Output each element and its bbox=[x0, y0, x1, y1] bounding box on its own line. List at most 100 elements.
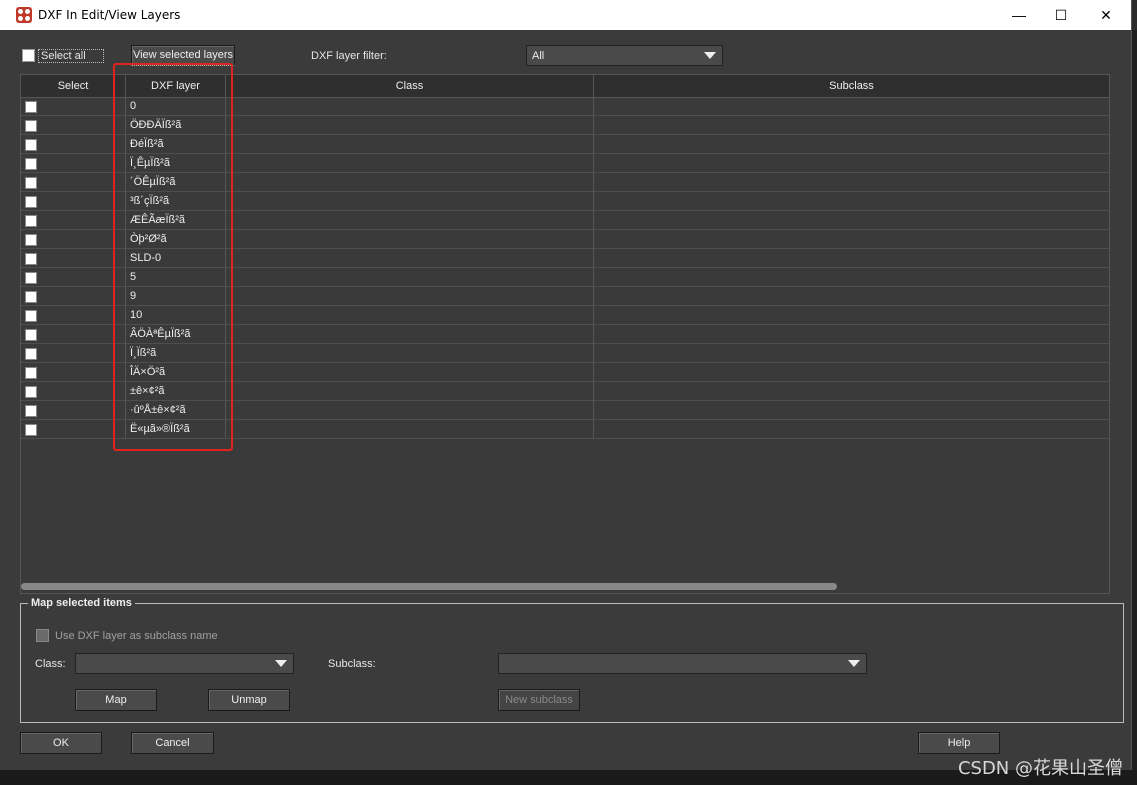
row-select-checkbox[interactable] bbox=[25, 177, 37, 189]
minimize-icon[interactable]: — bbox=[996, 0, 1042, 30]
table-row[interactable]: SLD-0 bbox=[21, 249, 1109, 268]
subclass-dropdown[interactable] bbox=[498, 653, 867, 674]
column-header-subclass[interactable]: Subclass bbox=[594, 75, 1109, 97]
table-row[interactable]: ±ê×¢²ã bbox=[21, 382, 1109, 401]
watermark-text: CSDN @花果山圣僧 bbox=[957, 758, 1123, 779]
select-cell bbox=[21, 420, 126, 439]
table-row[interactable]: Ë«µã»®Ïß²ã bbox=[21, 420, 1109, 439]
unmap-button[interactable]: Unmap bbox=[208, 689, 290, 711]
dxf-layer-cell: Ë«µã»®Ïß²ã bbox=[126, 420, 226, 439]
table-row[interactable]: Ï¸ÊµÏß²ã bbox=[21, 154, 1109, 173]
title-bar[interactable]: DXF In Edit/View Layers — ☐ ✕ bbox=[0, 0, 1131, 30]
select-cell bbox=[21, 344, 126, 363]
subclass-cell bbox=[594, 306, 1109, 325]
select-cell bbox=[21, 116, 126, 135]
view-selected-layers-button[interactable]: View selected layers bbox=[131, 45, 235, 66]
class-cell bbox=[226, 211, 594, 230]
subclass-cell bbox=[594, 363, 1109, 382]
select-cell bbox=[21, 192, 126, 211]
cancel-button[interactable]: Cancel bbox=[131, 732, 214, 754]
row-select-checkbox[interactable] bbox=[25, 158, 37, 170]
row-select-checkbox[interactable] bbox=[25, 234, 37, 246]
checkbox-icon[interactable] bbox=[36, 629, 49, 642]
table-row[interactable]: ÖÐÐÄÏß²ã bbox=[21, 116, 1109, 135]
table-row[interactable]: Ï¸Ïß²ã bbox=[21, 344, 1109, 363]
column-header-class[interactable]: Class bbox=[226, 75, 594, 97]
dxf-layer-cell: Ï¸Ïß²ã bbox=[126, 344, 226, 363]
new-subclass-button[interactable]: New subclass bbox=[498, 689, 580, 711]
maximize-icon[interactable]: ☐ bbox=[1038, 0, 1084, 30]
use-dxf-layer-checkbox[interactable] bbox=[36, 629, 49, 645]
horizontal-scrollbar[interactable] bbox=[21, 583, 837, 590]
column-header-select[interactable]: Select bbox=[21, 75, 126, 97]
subclass-cell bbox=[594, 211, 1109, 230]
row-select-checkbox[interactable] bbox=[25, 139, 37, 151]
row-select-checkbox[interactable] bbox=[25, 367, 37, 379]
help-button[interactable]: Help bbox=[918, 732, 1000, 754]
table-row[interactable]: 5 bbox=[21, 268, 1109, 287]
checkbox-icon[interactable] bbox=[22, 49, 35, 62]
table-row[interactable]: ÂÖÀªÊµÏß²ã bbox=[21, 325, 1109, 344]
chevron-down-icon bbox=[704, 52, 716, 59]
table-row[interactable]: ÆÊÃæÏß²ã bbox=[21, 211, 1109, 230]
chevron-down-icon bbox=[275, 660, 287, 667]
dxf-layer-cell: ÎÄ×Ö²ã bbox=[126, 363, 226, 382]
class-cell bbox=[226, 325, 594, 344]
window-title: DXF In Edit/View Layers bbox=[38, 8, 181, 22]
row-select-checkbox[interactable] bbox=[25, 405, 37, 417]
select-cell bbox=[21, 325, 126, 344]
table-row[interactable]: ·ûºÅ±ê×¢²ã bbox=[21, 401, 1109, 420]
row-select-checkbox[interactable] bbox=[25, 348, 37, 360]
row-select-checkbox[interactable] bbox=[25, 196, 37, 208]
row-select-checkbox[interactable] bbox=[25, 386, 37, 398]
select-cell bbox=[21, 97, 126, 116]
row-select-checkbox[interactable] bbox=[25, 101, 37, 113]
dxf-layer-cell: ·ûºÅ±ê×¢²ã bbox=[126, 401, 226, 420]
row-select-checkbox[interactable] bbox=[25, 424, 37, 436]
dxf-layer-cell: Ï¸ÊµÏß²ã bbox=[126, 154, 226, 173]
dxf-layer-cell: ÂÖÀªÊµÏß²ã bbox=[126, 325, 226, 344]
map-group-title: Map selected items bbox=[28, 597, 135, 609]
row-select-checkbox[interactable] bbox=[25, 215, 37, 227]
class-dropdown[interactable] bbox=[75, 653, 294, 674]
dxf-layer-cell: ÖÐÐÄÏß²ã bbox=[126, 116, 226, 135]
class-cell bbox=[226, 344, 594, 363]
table-row[interactable]: 0 bbox=[21, 97, 1109, 116]
subclass-cell bbox=[594, 401, 1109, 420]
subclass-cell bbox=[594, 230, 1109, 249]
close-icon[interactable]: ✕ bbox=[1083, 0, 1129, 30]
row-select-checkbox[interactable] bbox=[25, 253, 37, 265]
column-header-dxf-layer[interactable]: DXF layer bbox=[126, 75, 226, 97]
class-cell bbox=[226, 249, 594, 268]
select-all-label[interactable]: Select all bbox=[38, 49, 104, 63]
table-row[interactable]: 9 bbox=[21, 287, 1109, 306]
table-row[interactable]: Òþ²Ø²ã bbox=[21, 230, 1109, 249]
layers-table[interactable]: Select DXF layer Class Subclass 0 ÖÐÐÄÏß²… bbox=[20, 74, 1110, 594]
select-cell bbox=[21, 173, 126, 192]
row-select-checkbox[interactable] bbox=[25, 120, 37, 132]
table-row[interactable]: 10 bbox=[21, 306, 1109, 325]
class-cell bbox=[226, 97, 594, 116]
dxf-layer-filter-label: DXF layer filter: bbox=[311, 50, 387, 62]
dxf-layer-filter-dropdown[interactable]: All bbox=[526, 45, 723, 66]
dxf-layer-cell: ÆÊÃæÏß²ã bbox=[126, 211, 226, 230]
ok-button[interactable]: OK bbox=[20, 732, 102, 754]
select-cell bbox=[21, 230, 126, 249]
class-cell bbox=[226, 382, 594, 401]
table-row[interactable]: ÎÄ×Ö²ã bbox=[21, 363, 1109, 382]
class-cell bbox=[226, 116, 594, 135]
select-cell bbox=[21, 249, 126, 268]
row-select-checkbox[interactable] bbox=[25, 329, 37, 341]
map-button[interactable]: Map bbox=[75, 689, 157, 711]
subclass-cell bbox=[594, 420, 1109, 439]
class-cell bbox=[226, 230, 594, 249]
row-select-checkbox[interactable] bbox=[25, 272, 37, 284]
class-cell bbox=[226, 306, 594, 325]
table-row[interactable]: ³ß´çÏß²ã bbox=[21, 192, 1109, 211]
table-row[interactable]: ´ÖÊµÏß²ã bbox=[21, 173, 1109, 192]
row-select-checkbox[interactable] bbox=[25, 310, 37, 322]
select-cell bbox=[21, 382, 126, 401]
dialog-window: DXF In Edit/View Layers — ☐ ✕ Select all… bbox=[0, 0, 1132, 770]
table-row[interactable]: ÐéÏß²ã bbox=[21, 135, 1109, 154]
row-select-checkbox[interactable] bbox=[25, 291, 37, 303]
